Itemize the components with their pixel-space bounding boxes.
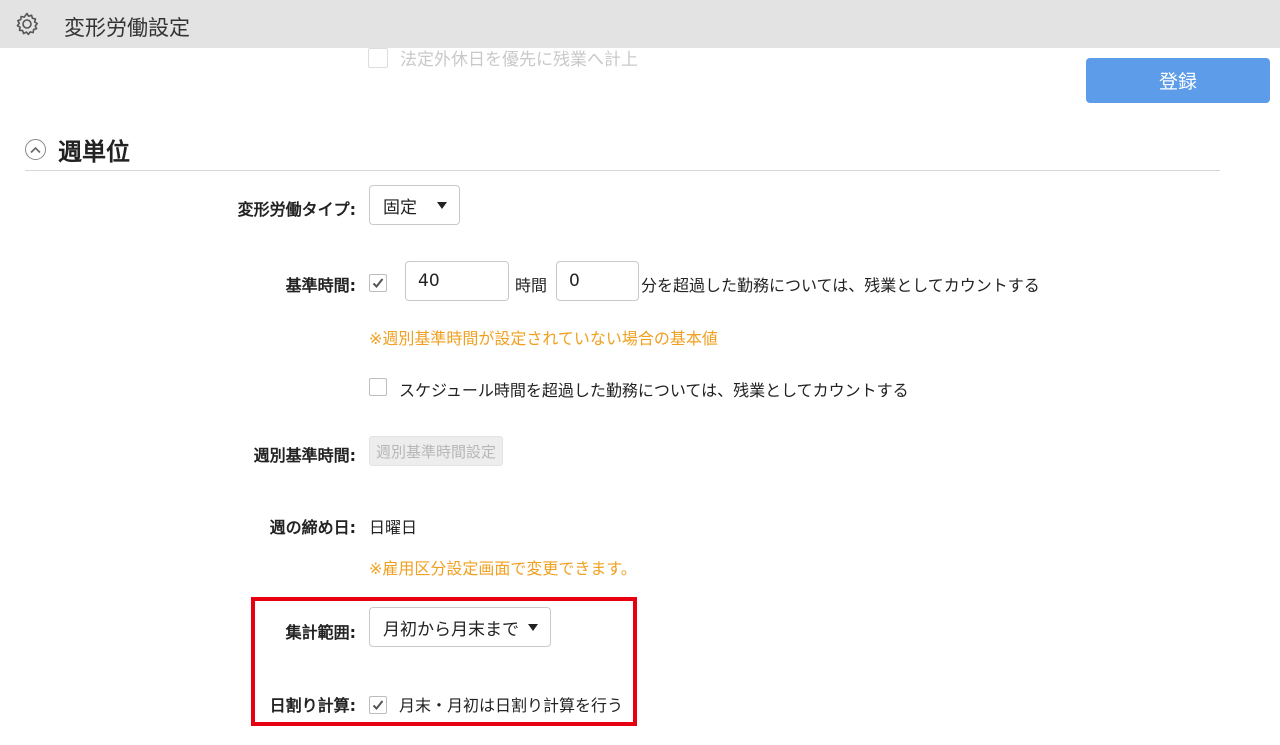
closing-day-note: ※雇用区分設定画面で変更できます。 xyxy=(369,559,637,578)
base-time-suffix: 分を超過した勤務については、残業としてカウントする xyxy=(641,276,1040,295)
page-title: 変形労働設定 xyxy=(64,16,190,40)
ghost-option-label: 法定外休日を優先に残業へ計上 xyxy=(400,50,638,70)
caret-down-icon xyxy=(437,202,447,209)
register-button[interactable]: 登録 xyxy=(1086,58,1270,103)
schedule-time-label: スケジュール時間を超過した勤務については、残業としてカウントする xyxy=(399,381,909,400)
weekly-base-time-label: 週別基準時間: xyxy=(253,446,356,465)
section-header[interactable]: 週単位 xyxy=(25,132,130,167)
base-time-label: 基準時間: xyxy=(285,276,356,295)
base-time-note: ※週別基準時間が設定されていない場合の基本値 xyxy=(369,329,718,348)
weekly-base-time-button[interactable]: 週別基準時間設定 xyxy=(369,436,504,466)
type-select[interactable]: 固定 xyxy=(369,185,460,225)
base-time-checkbox[interactable] xyxy=(369,274,387,292)
type-select-value: 固定 xyxy=(383,197,417,218)
closing-day-value: 日曜日 xyxy=(369,518,418,537)
section-title: 週単位 xyxy=(58,138,130,166)
schedule-time-checkbox[interactable] xyxy=(369,378,387,396)
section-divider xyxy=(25,170,1220,171)
ghost-checkbox[interactable] xyxy=(368,47,388,68)
type-label: 変形労働タイプ: xyxy=(237,200,356,219)
ghost-option-row: 法定外休日を優先に残業へ計上 xyxy=(368,45,638,70)
title-bar: 変形労働設定 xyxy=(0,0,1280,48)
highlight-box xyxy=(251,597,637,726)
closing-day-label: 週の締め日: xyxy=(269,518,356,537)
base-hours-input[interactable] xyxy=(405,261,509,301)
base-minutes-input[interactable] xyxy=(556,261,639,301)
chevron-up-icon[interactable] xyxy=(25,139,46,160)
hours-unit: 時間 xyxy=(515,276,548,295)
gear-icon[interactable] xyxy=(14,11,40,37)
